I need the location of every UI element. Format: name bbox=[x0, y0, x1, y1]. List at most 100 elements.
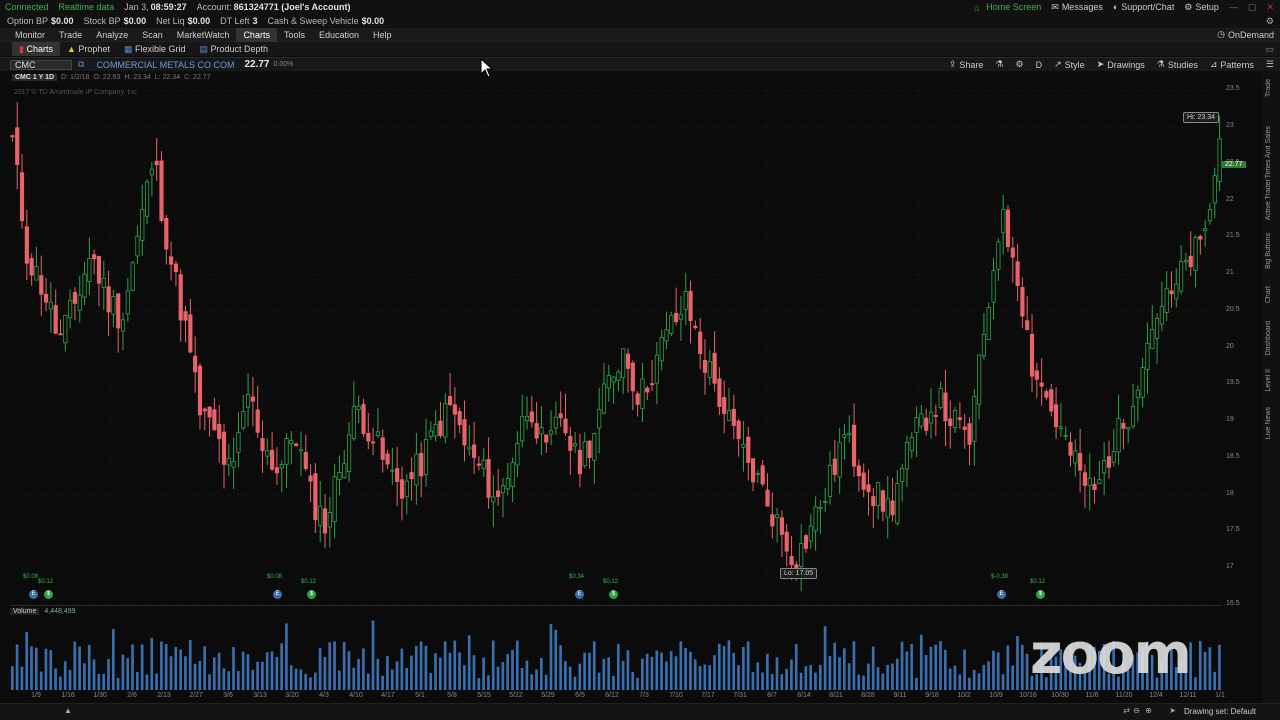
menu-scan[interactable]: Scan bbox=[135, 28, 170, 42]
messages-button[interactable]: ✉ Messages bbox=[1051, 2, 1103, 13]
support-chat-button[interactable]: ◐ Support/Chat bbox=[1113, 2, 1174, 12]
minimize-icon[interactable]: — bbox=[1229, 2, 1238, 12]
menu-icon[interactable]: ☰ bbox=[1266, 59, 1274, 70]
menu-education[interactable]: Education bbox=[312, 28, 366, 42]
candle-body bbox=[491, 496, 496, 503]
candle-body bbox=[462, 419, 467, 446]
sidebar-tab[interactable]: Live News bbox=[1265, 407, 1272, 439]
candle-body bbox=[938, 388, 943, 408]
volume-bar bbox=[155, 673, 158, 690]
sidebar-tab[interactable]: Times And Sales bbox=[1265, 126, 1272, 178]
volume-bar bbox=[208, 674, 211, 690]
earnings-icon[interactable]: E bbox=[29, 590, 38, 599]
sidebar-tab[interactable]: Dashboard bbox=[1265, 321, 1272, 355]
timeframe-d-button[interactable]: D bbox=[1036, 60, 1043, 70]
candle-body bbox=[741, 443, 746, 448]
sidebar-tab[interactable]: Level II bbox=[1265, 369, 1272, 392]
home-screen-button[interactable]: ⌂ Home Screen bbox=[974, 2, 1041, 13]
tab-prophet[interactable]: ▲ Prophet bbox=[60, 42, 117, 56]
account-value[interactable]: 861324771 (Joel's Account) bbox=[234, 2, 351, 12]
candle-body bbox=[77, 294, 82, 311]
drawing-cursor-icon[interactable]: ➤ bbox=[1169, 706, 1176, 715]
menu-monitor[interactable]: Monitor bbox=[8, 28, 52, 42]
dividend-icon[interactable]: $ bbox=[609, 590, 618, 599]
candle-body bbox=[1025, 320, 1030, 331]
sidebar-tab[interactable]: Chart bbox=[1265, 286, 1272, 303]
candle-body bbox=[962, 426, 967, 430]
style-icon: ↗ bbox=[1054, 59, 1062, 69]
menu-trade[interactable]: Trade bbox=[52, 28, 89, 42]
zoom-out-icon[interactable]: ⊖ bbox=[1133, 706, 1140, 715]
volume-bar bbox=[126, 658, 130, 690]
menu-marketwatch[interactable]: MarketWatch bbox=[170, 28, 237, 42]
link-icon[interactable]: ⧉ bbox=[78, 59, 84, 70]
candle-body bbox=[476, 463, 482, 466]
volume-bar bbox=[405, 667, 408, 690]
dividend-icon[interactable]: $ bbox=[1036, 590, 1045, 599]
tab-charts[interactable]: ▮ Charts bbox=[12, 42, 60, 56]
dividend-icon[interactable]: $ bbox=[44, 590, 53, 599]
date-axis[interactable]: 1/9 1/16 1/30 2/6 2/13 2/27 3/6 3/13 3/20 4/3 4/10… bbox=[10, 691, 1225, 703]
candle-body bbox=[125, 290, 130, 315]
volume-bar bbox=[742, 646, 745, 690]
candle-body bbox=[1121, 423, 1126, 429]
symbol-period[interactable]: CMC 1 Y 1D bbox=[12, 73, 58, 81]
tab-flexible-grid[interactable]: ▦ Flexible Grid bbox=[117, 42, 193, 56]
ondemand-button[interactable]: ◷ OnDemand bbox=[1217, 29, 1274, 40]
close-icon[interactable]: ✕ bbox=[1266, 2, 1274, 13]
volume-bar bbox=[578, 663, 582, 690]
dividend-icon[interactable]: $ bbox=[307, 590, 316, 599]
drawing-set-label[interactable]: Drawing set: Default bbox=[1184, 707, 1256, 716]
price-chart[interactable] bbox=[10, 83, 1222, 605]
zoom-in-icon[interactable]: ⊕ bbox=[1145, 706, 1152, 715]
price-tick-label: 23 bbox=[1226, 122, 1234, 130]
event-label: $-0.38 bbox=[991, 574, 1009, 580]
earnings-icon[interactable]: E bbox=[273, 590, 282, 599]
candle-body bbox=[10, 135, 15, 138]
pan-icon[interactable]: ⇄ bbox=[1123, 706, 1130, 715]
candle-body bbox=[15, 127, 20, 165]
maximize-icon[interactable]: ▢ bbox=[1248, 2, 1257, 13]
earnings-icon[interactable]: E bbox=[575, 590, 584, 599]
patterns-button[interactable]: ⊿ Patterns bbox=[1210, 59, 1254, 70]
volume-bar bbox=[780, 674, 784, 690]
share-button[interactable]: ⇪ Share bbox=[949, 59, 984, 70]
candle-body bbox=[270, 449, 275, 470]
date-tick-label: 1/30 bbox=[93, 692, 107, 699]
sidebar-tab[interactable]: Big Buttons bbox=[1265, 233, 1272, 269]
volume-bar bbox=[544, 674, 548, 690]
sidebar-tab[interactable]: Trade bbox=[1265, 79, 1272, 97]
date-tick-label: 2/6 bbox=[127, 692, 137, 699]
candle-body bbox=[601, 383, 607, 414]
candle-body bbox=[135, 235, 140, 257]
setup-button[interactable]: ⚙ Setup bbox=[1184, 2, 1219, 13]
candle-body bbox=[1174, 283, 1179, 300]
collapse-icon[interactable]: ▲ bbox=[64, 706, 72, 715]
candle-body bbox=[784, 531, 789, 552]
volume-bar bbox=[1016, 636, 1019, 690]
volume-bar bbox=[44, 648, 48, 690]
layout-icon[interactable]: ▭ bbox=[1265, 44, 1274, 55]
menu-analyze[interactable]: Analyze bbox=[89, 28, 135, 42]
menu-help[interactable]: Help bbox=[366, 28, 399, 42]
drawings-button[interactable]: ➤ Drawings bbox=[1097, 59, 1145, 70]
candle-body bbox=[221, 431, 227, 465]
sidebar-tab[interactable]: Active Trader bbox=[1265, 179, 1272, 220]
candle-body bbox=[481, 459, 486, 469]
candle-body bbox=[645, 387, 650, 393]
studies-button[interactable]: ⚗ Studies bbox=[1157, 59, 1198, 70]
menu-tools[interactable]: Tools bbox=[277, 28, 312, 42]
earnings-icon[interactable]: E bbox=[997, 590, 1006, 599]
style-button[interactable]: ↗ Style bbox=[1054, 59, 1085, 70]
balances-bar: Option BP $0.00 Stock BP $0.00 Net Liq $0.0… bbox=[0, 14, 1280, 28]
symbol-input[interactable]: CMC bbox=[10, 59, 72, 70]
settings-gear-icon[interactable]: ⚙ bbox=[1266, 16, 1274, 27]
candle-body bbox=[885, 498, 890, 518]
volume-bar bbox=[660, 652, 663, 690]
candle-body bbox=[390, 469, 395, 472]
tab-product-depth[interactable]: ▤ Product Depth bbox=[193, 42, 276, 56]
flask-icon[interactable]: ⚗ bbox=[995, 59, 1003, 70]
menu-charts[interactable]: Charts bbox=[236, 27, 277, 42]
volume-title[interactable]: Volume bbox=[10, 608, 40, 615]
chart-settings-icon[interactable]: ⚙ bbox=[1016, 59, 1024, 70]
